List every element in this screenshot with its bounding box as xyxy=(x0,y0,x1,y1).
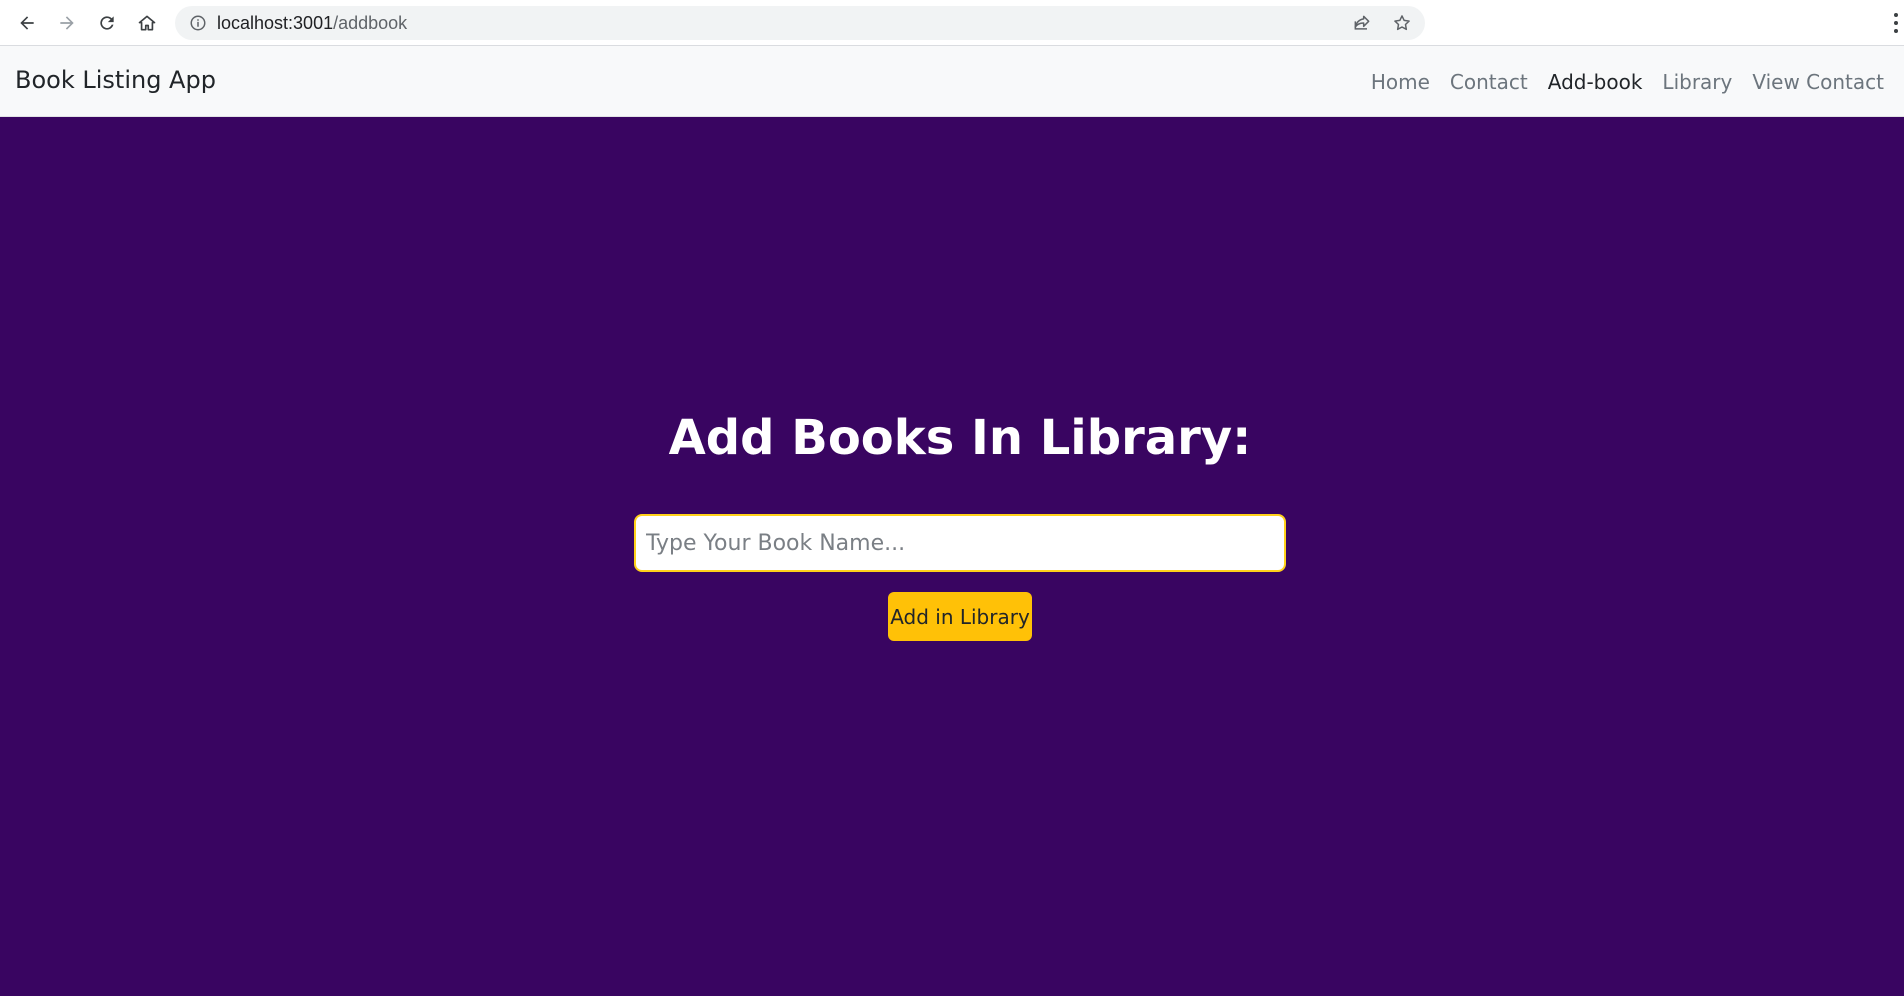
home-button[interactable] xyxy=(131,7,163,39)
star-icon[interactable] xyxy=(1392,13,1412,33)
url-path: /addbook xyxy=(333,13,408,33)
page-title: Add Books In Library: xyxy=(668,410,1252,466)
url-text: localhost:3001/addbook xyxy=(217,13,407,34)
nav-links: Home Contact Add-book Library View Conta… xyxy=(1361,70,1894,94)
address-bar[interactable]: localhost:3001/addbook xyxy=(175,6,1425,40)
forward-button[interactable] xyxy=(51,7,83,39)
browser-toolbar: localhost:3001/addbook xyxy=(0,0,1904,46)
navbar-brand[interactable]: Book Listing App xyxy=(15,66,216,94)
main-content: Add Books In Library: Add in Library xyxy=(0,117,1904,996)
arrow-right-icon xyxy=(60,16,74,30)
url-host: localhost:3001 xyxy=(217,13,334,33)
home-icon xyxy=(138,15,156,31)
back-button[interactable] xyxy=(11,7,43,39)
info-icon[interactable] xyxy=(189,14,207,32)
kebab-menu-icon[interactable] xyxy=(1892,11,1900,35)
nav-link-library[interactable]: Library xyxy=(1652,70,1742,94)
nav-link-add-book[interactable]: Add-book xyxy=(1538,70,1653,94)
nav-link-contact[interactable]: Contact xyxy=(1440,70,1538,94)
reload-icon xyxy=(100,16,114,30)
nav-link-view-contact[interactable]: View Contact xyxy=(1742,70,1894,94)
nav-link-home[interactable]: Home xyxy=(1361,70,1440,94)
app-navbar: Book Listing App Home Contact Add-book L… xyxy=(0,46,1904,117)
reload-button[interactable] xyxy=(91,7,123,39)
arrow-left-icon xyxy=(20,16,34,30)
share-icon[interactable] xyxy=(1352,13,1372,33)
add-in-library-button[interactable]: Add in Library xyxy=(888,592,1032,641)
book-name-input[interactable] xyxy=(634,514,1286,572)
